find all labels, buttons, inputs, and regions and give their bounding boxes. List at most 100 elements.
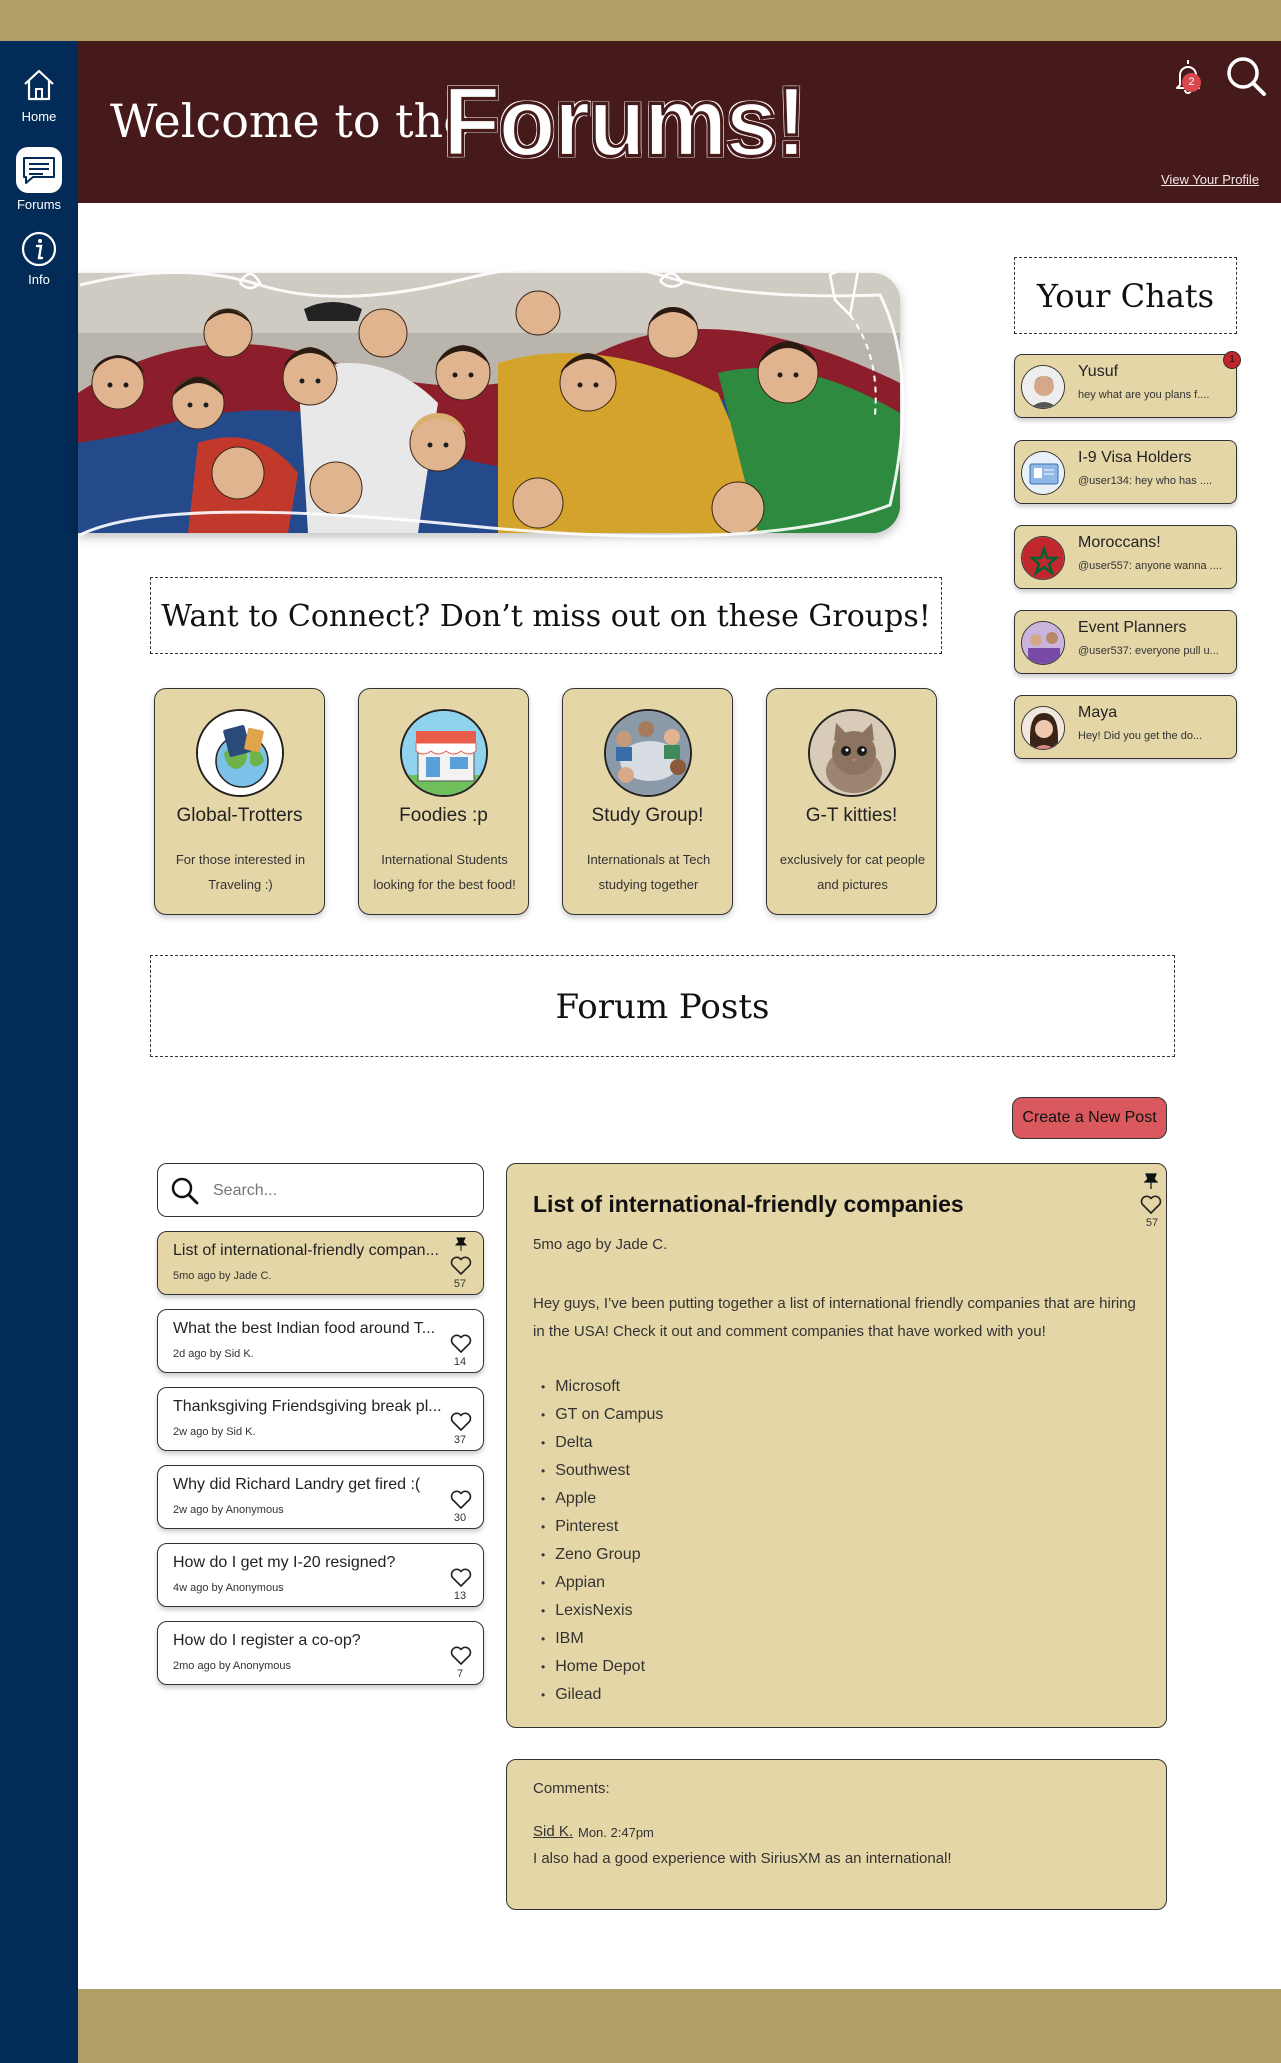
company-list: Microsoft GT on Campus Delta Southwest A…	[541, 1373, 663, 1709]
pin-icon[interactable]	[1144, 1173, 1158, 1189]
search-icon	[171, 1177, 199, 1205]
list-item: GT on Campus	[541, 1401, 663, 1429]
chats-heading: Your Chats	[1036, 277, 1215, 315]
chat-preview: @user134: hey who has ....	[1078, 475, 1213, 487]
search-icon[interactable]	[1223, 53, 1269, 99]
group-card-gt-kitties[interactable]: G-T kitties! exclusively for cat people …	[766, 688, 937, 915]
forum-posts-heading: Forum Posts	[555, 987, 770, 1027]
top-strip	[0, 0, 1281, 41]
sidebar-item-home[interactable]: Home	[0, 65, 78, 124]
heart-icon[interactable]	[1140, 1195, 1162, 1215]
comment-author[interactable]: Sid K.	[533, 1823, 573, 1840]
list-item: IBM	[541, 1625, 663, 1653]
forums-icon	[23, 157, 55, 184]
search-input[interactable]	[213, 1178, 463, 1204]
sidebar-item-forums[interactable]: Forums	[0, 147, 78, 212]
forum-posts-heading-box: Forum Posts	[150, 955, 1175, 1057]
notification-badge: 2	[1182, 73, 1201, 92]
like-count: 57	[453, 1278, 467, 1290]
comment-time: Mon. 2:47pm	[578, 1825, 654, 1840]
list-item: Pinterest	[541, 1513, 663, 1541]
comments-label: Comments:	[533, 1780, 610, 1797]
chat-preview: @user537: everyone pull u...	[1078, 645, 1219, 657]
view-profile-link[interactable]: View Your Profile	[1161, 172, 1259, 187]
post-item[interactable]: List of international-friendly compan...…	[157, 1231, 484, 1295]
group-card-foodies[interactable]: Foodies :p International Students lookin…	[358, 688, 529, 915]
comment-text: I also had a good experience with Sirius…	[533, 1850, 952, 1867]
like-count: 37	[453, 1434, 467, 1446]
avatar	[1021, 451, 1065, 495]
like-count: 13	[453, 1590, 467, 1602]
post-item[interactable]: How do I register a co-op? 2mo ago by An…	[157, 1621, 484, 1685]
list-item: Home Depot	[541, 1653, 663, 1681]
list-item: Microsoft	[541, 1373, 663, 1401]
group-name: Foodies :p	[399, 805, 488, 826]
post-title: Thanksgiving Friendsgiving break pl...	[173, 1398, 442, 1415]
heart-icon[interactable]	[450, 1646, 472, 1666]
chats-heading-box: Your Chats	[1014, 257, 1237, 334]
like-count: 57	[1145, 1217, 1159, 1229]
heart-icon[interactable]	[450, 1490, 472, 1510]
doodle-frame-decoration	[79, 257, 905, 538]
connect-heading: Want to Connect? Don’t miss out on these…	[161, 599, 931, 634]
chat-name: Event Planners	[1078, 619, 1187, 636]
study-photo	[604, 709, 692, 797]
restaurant-icon	[400, 709, 488, 797]
heart-icon[interactable]	[450, 1568, 472, 1588]
globe-icon	[196, 709, 284, 797]
unread-badge: 1	[1223, 351, 1241, 369]
comments-panel: Comments: Sid K. Mon. 2:47pm I also had …	[506, 1759, 1167, 1910]
welcome-text: Welcome to the	[110, 94, 471, 148]
chat-item-yusuf[interactable]: Yusuf hey what are you plans f....	[1014, 354, 1237, 418]
group-desc: exclusively for cat people and pictures	[779, 852, 926, 892]
post-item[interactable]: How do I get my I-20 resigned? 4w ago by…	[157, 1543, 484, 1607]
chat-item-maya[interactable]: Maya Hey! Did you get the do...	[1014, 695, 1237, 759]
create-post-button[interactable]: Create a New Post	[1012, 1097, 1167, 1139]
post-detail-meta: 5mo ago by Jade C.	[533, 1236, 668, 1253]
footer-strip	[78, 1989, 1281, 2063]
group-card-study-group[interactable]: Study Group! Internationals at Tech stud…	[562, 688, 733, 915]
list-item: Appian	[541, 1569, 663, 1597]
list-item: Zeno Group	[541, 1541, 663, 1569]
post-meta: 2mo ago by Anonymous	[173, 1660, 292, 1672]
pin-icon	[455, 1237, 467, 1251]
list-item: Southwest	[541, 1457, 663, 1485]
sidebar-item-label: Info	[28, 272, 50, 287]
chat-item-event-planners[interactable]: Event Planners @user537: everyone pull u…	[1014, 610, 1237, 674]
post-item[interactable]: Why did Richard Landry get fired :( 2w a…	[157, 1465, 484, 1529]
group-desc: International Students looking for the b…	[373, 852, 516, 892]
chat-preview: hey what are you plans f....	[1078, 389, 1210, 401]
heart-icon[interactable]	[450, 1256, 472, 1276]
home-icon	[24, 69, 54, 101]
post-meta: 2w ago by Anonymous	[173, 1504, 284, 1516]
post-detail-body: Hey guys, I’ve been putting together a l…	[533, 1295, 1136, 1340]
post-title: List of international-friendly compan...	[173, 1242, 439, 1259]
heart-icon[interactable]	[450, 1412, 472, 1432]
like-count: 30	[453, 1512, 467, 1524]
chat-item-i9-visa-holders[interactable]: I-9 Visa Holders @user134: hey who has .…	[1014, 440, 1237, 504]
post-title: Why did Richard Landry get fired :(	[173, 1476, 421, 1493]
avatar	[1021, 706, 1065, 750]
post-item[interactable]: Thanksgiving Friendsgiving break pl... 2…	[157, 1387, 484, 1451]
chat-name: Moroccans!	[1078, 534, 1161, 551]
avatar	[1021, 365, 1065, 409]
post-title: How do I get my I-20 resigned?	[173, 1554, 396, 1571]
group-desc: For those interested in Traveling :)	[175, 852, 306, 892]
info-icon	[21, 231, 57, 267]
group-card-global-trotters[interactable]: Global-Trotters For those interested in …	[154, 688, 325, 915]
group-name: G-T kitties!	[805, 805, 898, 826]
chat-item-moroccans[interactable]: Moroccans! @user557: anyone wanna ....	[1014, 525, 1237, 589]
post-item[interactable]: What the best Indian food around T... 2d…	[157, 1309, 484, 1373]
connect-heading-box: Want to Connect? Don’t miss out on these…	[150, 577, 942, 654]
post-detail: 57 List of international-friendly compan…	[506, 1163, 1167, 1728]
chat-name: Yusuf	[1078, 363, 1119, 380]
like-count: 14	[453, 1356, 467, 1368]
heart-icon[interactable]	[450, 1334, 472, 1354]
chat-name: I-9 Visa Holders	[1078, 449, 1192, 466]
sidebar-item-label: Home	[21, 109, 57, 124]
post-search	[157, 1163, 484, 1217]
page-title: Forums!	[442, 65, 809, 178]
chat-name: Maya	[1078, 704, 1118, 721]
list-item: LexisNexis	[541, 1597, 663, 1625]
post-detail-title: List of international-friendly companies	[533, 1191, 964, 1217]
